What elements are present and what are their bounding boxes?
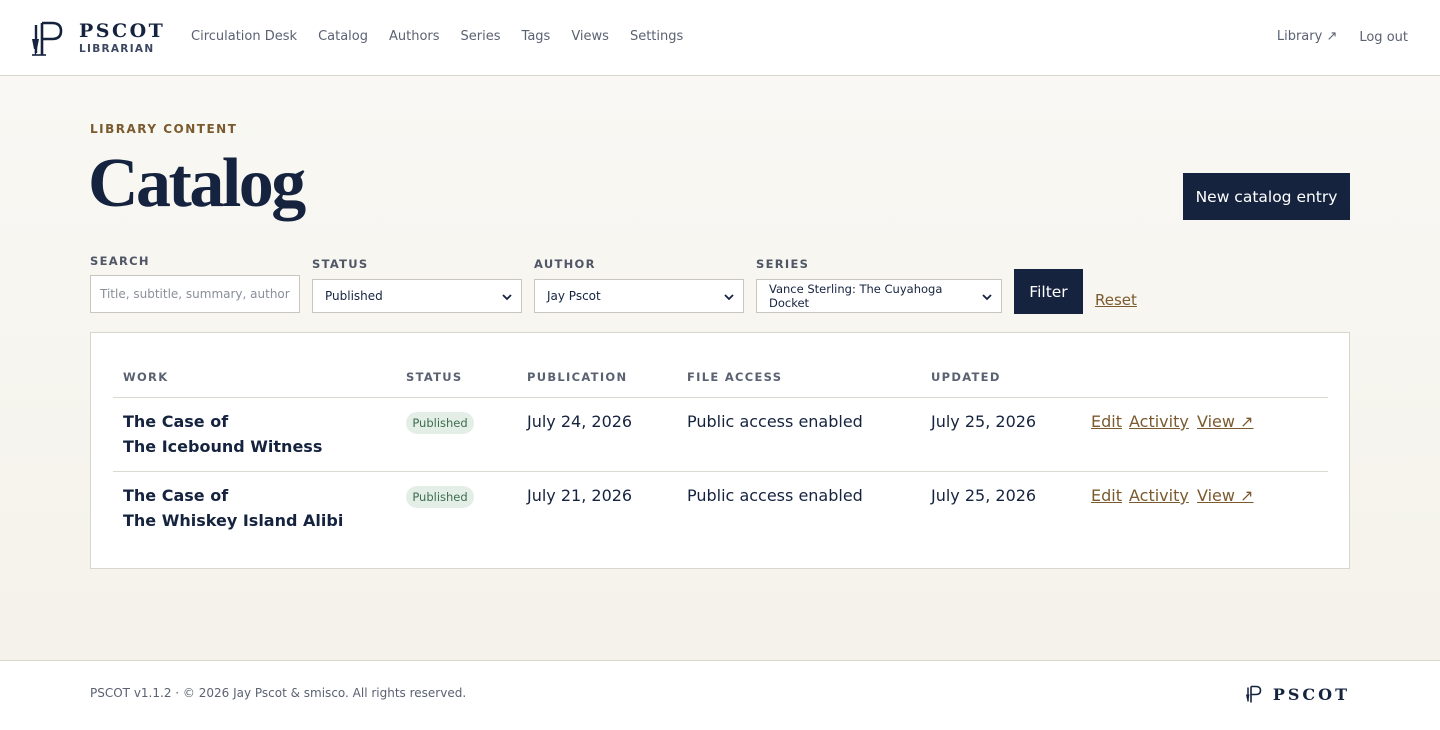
work-title-line-2: The Whiskey Island Alibi xyxy=(123,511,344,530)
work-title-line-2: The Icebound Witness xyxy=(123,437,323,456)
activity-link[interactable]: Activity xyxy=(1129,484,1189,508)
activity-link[interactable]: Activity xyxy=(1129,410,1189,434)
author-selected-value: Jay Pscot xyxy=(547,289,601,303)
logout-link[interactable]: Log out xyxy=(1359,29,1408,47)
catalog-table: WORK STATUS PUBLICATION FILE ACCESS UPDA… xyxy=(90,332,1350,569)
reset-link[interactable]: Reset xyxy=(1095,291,1137,309)
main-nav: Circulation Desk Catalog Authors Series … xyxy=(191,28,704,46)
status-label: STATUS xyxy=(312,257,369,271)
series-selected-value: Vance Sterling: The Cuyahoga Docket xyxy=(769,282,943,310)
footer-copyright: PSCOT v1.1.2 · © 2026 Jay Pscot & smisco… xyxy=(90,686,467,700)
status-badge: Published xyxy=(406,486,474,508)
main-content: LIBRARY CONTENT Catalog New catalog entr… xyxy=(0,76,1440,660)
updated-date: July 25, 2026 xyxy=(931,486,1037,505)
footer-brand-name: PSCOT xyxy=(1272,684,1350,704)
column-header-updated: UPDATED xyxy=(931,370,1001,384)
brand-subtitle: LIBRARIAN xyxy=(79,43,155,55)
file-access-status: Public access enabled xyxy=(687,486,863,505)
nav-item-tags[interactable]: Tags xyxy=(522,28,551,46)
status-badge: Published xyxy=(406,412,474,434)
brand[interactable]: PSCOT LIBRARIAN xyxy=(30,19,165,57)
view-external-link[interactable]: View ↗ xyxy=(1197,410,1253,434)
status-select[interactable]: Published xyxy=(312,279,522,313)
work-title-line-1: The Case of xyxy=(123,412,229,431)
publication-date: July 21, 2026 xyxy=(527,486,633,505)
row-divider xyxy=(113,471,1328,472)
column-header-publication: PUBLICATION xyxy=(527,370,628,384)
column-header-status: STATUS xyxy=(406,370,463,384)
author-select[interactable]: Jay Pscot xyxy=(534,279,744,313)
search-label: SEARCH xyxy=(90,254,150,268)
nav-item-views[interactable]: Views xyxy=(571,28,609,46)
nav-item-circulation-desk[interactable]: Circulation Desk xyxy=(191,28,297,46)
nav-item-catalog[interactable]: Catalog xyxy=(318,28,368,46)
pen-nib-logo-icon xyxy=(32,21,63,56)
updated-date: July 25, 2026 xyxy=(931,412,1037,431)
chevron-down-icon xyxy=(982,294,992,301)
edit-link[interactable]: Edit xyxy=(1091,410,1122,434)
file-access-status: Public access enabled xyxy=(687,412,863,431)
filter-button[interactable]: Filter xyxy=(1014,269,1083,314)
publication-date: July 24, 2026 xyxy=(527,412,633,431)
search-input[interactable] xyxy=(90,275,300,313)
account-nav: Library ↗ Log out xyxy=(1277,28,1408,47)
section-eyebrow: LIBRARY CONTENT xyxy=(90,122,238,136)
edit-link[interactable]: Edit xyxy=(1091,484,1122,508)
top-navigation-bar: PSCOT LIBRARIAN Circulation Desk Catalog… xyxy=(0,0,1440,76)
pen-nib-logo-icon xyxy=(1245,685,1262,703)
column-header-file-access: FILE ACCESS xyxy=(687,370,783,384)
library-external-link[interactable]: Library ↗ xyxy=(1277,28,1337,47)
series-label: SERIES xyxy=(756,257,810,271)
chevron-down-icon xyxy=(724,294,734,301)
series-select[interactable]: Vance Sterling: The Cuyahoga Docket xyxy=(756,279,1002,313)
nav-item-settings[interactable]: Settings xyxy=(630,28,683,46)
new-catalog-entry-button[interactable]: New catalog entry xyxy=(1183,173,1350,220)
page-footer: PSCOT v1.1.2 · © 2026 Jay Pscot & smisco… xyxy=(0,660,1440,730)
view-external-link[interactable]: View ↗ xyxy=(1197,484,1253,508)
status-selected-value: Published xyxy=(325,289,383,303)
brand-name: PSCOT xyxy=(79,20,166,42)
nav-item-authors[interactable]: Authors xyxy=(389,28,440,46)
chevron-down-icon xyxy=(502,294,512,301)
author-label: AUTHOR xyxy=(534,257,596,271)
footer-brand: PSCOT xyxy=(1245,684,1350,704)
header-divider xyxy=(113,397,1328,398)
work-title-line-1: The Case of xyxy=(123,486,229,505)
nav-item-series[interactable]: Series xyxy=(461,28,501,46)
column-header-work: WORK xyxy=(123,370,169,384)
page-title: Catalog xyxy=(88,145,306,222)
